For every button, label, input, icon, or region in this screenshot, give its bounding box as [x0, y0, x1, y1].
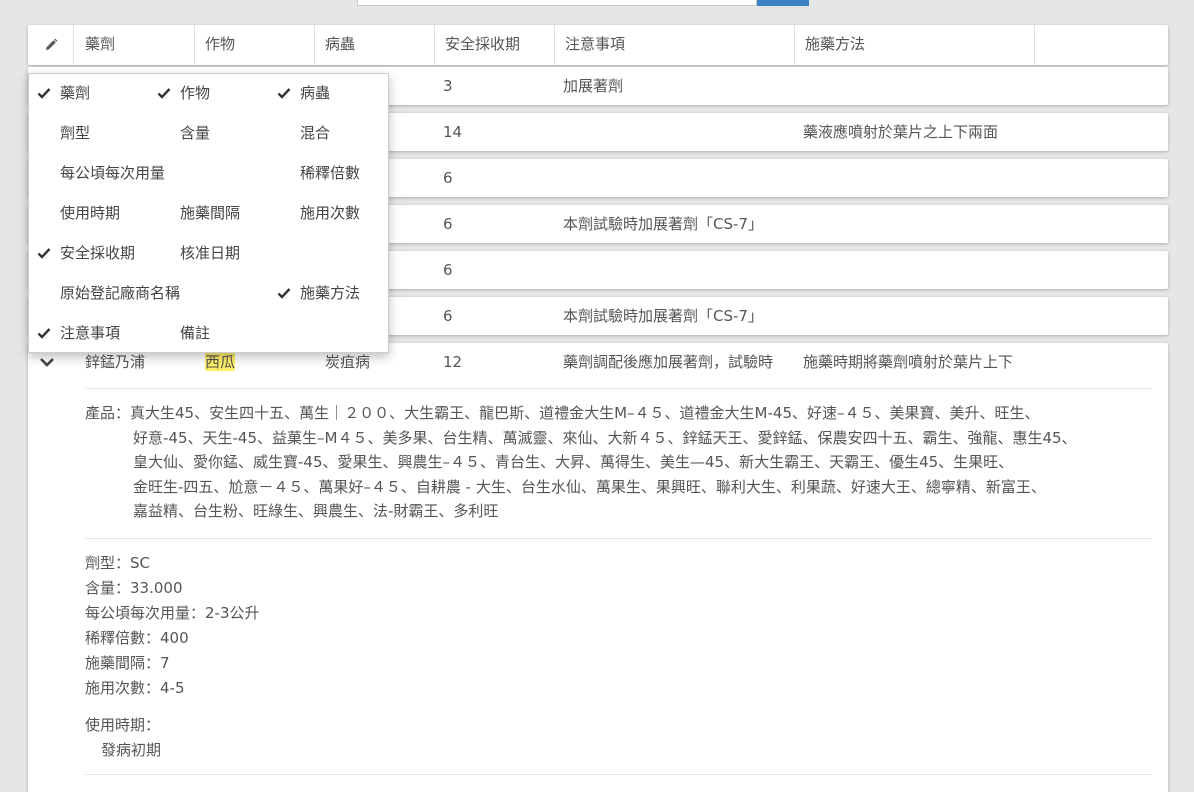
header-safe-harvest[interactable]: 安全採收期 — [435, 25, 555, 65]
menu-item-remarks[interactable]: 備註 — [180, 323, 210, 343]
menu-item-label: 施用次數 — [300, 204, 361, 222]
cell-notes: 加展著劑 — [563, 77, 624, 95]
check-icon — [277, 288, 291, 299]
divider — [85, 774, 1152, 775]
cell-notes: 藥劑調配後應加展著劑，試驗時 — [563, 353, 774, 371]
pencil-icon — [45, 38, 57, 50]
products-line: 真大生45、安生四十五、萬生｜２００、大生霸王、龍巴斯、道禮金大生M–４５、道禮… — [130, 404, 1040, 422]
menu-item-label: 含量 — [180, 124, 211, 142]
check-icon — [157, 88, 171, 99]
expanded-row: 鋅錳乃浦 西瓜 炭疽病 12 藥劑調配後應加展著劑，試驗時 施藥時期將藥劑噴射於… — [28, 343, 1168, 792]
cell-notes: 本劑試驗時加展著劑「CS-7」 — [563, 307, 763, 325]
cell-safe-harvest: 6 — [443, 215, 453, 233]
menu-item-label: 稀釋倍數 — [300, 164, 361, 182]
usage-label: 使用時期： — [85, 716, 161, 734]
cell-safe-harvest: 6 — [443, 261, 453, 279]
products-list: 產品： 真大生45、安生四十五、萬生｜２００、大生霸王、龍巴斯、道禮金大生M–４… — [85, 401, 1155, 524]
detail-formulation: 劑型：SC — [85, 554, 150, 572]
check-icon — [37, 248, 51, 259]
menu-item-label: 備註 — [180, 324, 211, 342]
cell-safe-harvest: 6 — [443, 307, 453, 325]
menu-item-label: 施藥間隔 — [180, 204, 241, 222]
header-pest[interactable]: 病蟲 — [315, 25, 435, 65]
detail-dosage: 每公頃每次用量：2-3公升 — [85, 604, 260, 622]
menu-item-mix[interactable]: 混合 — [300, 123, 330, 143]
header-method[interactable]: 施藥方法 — [795, 25, 1035, 65]
usage-value: 發病初期 — [101, 741, 162, 759]
cell-safe-harvest: 14 — [443, 123, 463, 141]
cell-safe-harvest: 12 — [443, 353, 463, 371]
menu-item-label: 劑型 — [60, 124, 91, 142]
column-settings-button[interactable] — [28, 25, 74, 65]
menu-item-interval[interactable]: 施藥間隔 — [180, 203, 240, 223]
menu-item-label: 藥劑 — [60, 84, 91, 102]
menu-item-label: 使用時期 — [60, 204, 121, 222]
products-line: 皇大仙、愛你錳、威生寶-45、愛果生、興農生–４５、青台生、大昇、萬得生、美生—… — [133, 453, 1014, 471]
menu-item-label: 施藥方法 — [300, 284, 361, 302]
menu-item-usage-period[interactable]: 使用時期 — [60, 203, 120, 223]
products-label: 產品： — [85, 404, 131, 422]
divider — [85, 388, 1152, 389]
menu-item-label: 每公頃每次用量 — [60, 164, 166, 182]
menu-item-label: 核准日期 — [180, 244, 241, 262]
detail-content: 含量：33.000 — [85, 579, 183, 597]
column-menu: 藥劑 作物 病蟲 劑型 含量 混合 每公頃每次用量 稀釋倍數 使用時期 施藥間隔… — [28, 73, 389, 353]
products-line: 好意-45、天生-45、益菓生–M４５、美多果、台生精、萬滅靈、來仙、大新４５、… — [133, 428, 1077, 447]
menu-item-drug[interactable]: 藥劑 — [37, 83, 91, 103]
check-icon — [277, 88, 291, 99]
menu-item-crop[interactable]: 作物 — [157, 83, 211, 103]
menu-item-formulation[interactable]: 劑型 — [60, 123, 90, 143]
table-header: 藥劑 作物 病蟲 安全採收期 注意事項 施藥方法 — [28, 25, 1168, 65]
menu-item-manufacturer[interactable]: 原始登記廠商名稱 — [60, 283, 180, 303]
header-crop[interactable]: 作物 — [195, 25, 315, 65]
menu-item-times[interactable]: 施用次數 — [300, 203, 360, 223]
menu-item-label: 作物 — [180, 84, 211, 102]
menu-item-pest[interactable]: 病蟲 — [277, 83, 331, 103]
detail-dilution: 稀釋倍數：400 — [85, 629, 189, 647]
products-line: 金旺生-四五、尬意－４５、萬果好–４５、自耕農 - 大生、台生水仙、萬果生、果興… — [133, 477, 1046, 496]
menu-item-dilution[interactable]: 稀釋倍數 — [300, 163, 360, 183]
detail-times: 施用次數：4-5 — [85, 679, 185, 697]
menu-item-label: 混合 — [300, 124, 331, 142]
cell-method: 藥液應噴射於葉片之上下兩面 — [803, 123, 999, 141]
menu-item-label: 注意事項 — [60, 324, 121, 342]
menu-item-method[interactable]: 施藥方法 — [277, 283, 361, 303]
menu-item-dosage[interactable]: 每公頃每次用量 — [60, 163, 165, 183]
cell-safe-harvest: 6 — [443, 169, 453, 187]
menu-item-label: 原始登記廠商名稱 — [60, 284, 181, 302]
detail-interval: 施藥間隔：7 — [85, 654, 170, 672]
check-icon — [37, 88, 51, 99]
header-drug[interactable]: 藥劑 — [75, 25, 195, 65]
cell-notes: 本劑試驗時加展著劑「CS-7」 — [563, 215, 763, 233]
cell-safe-harvest: 3 — [443, 77, 453, 95]
search-input[interactable] — [357, 0, 757, 6]
menu-item-label: 病蟲 — [300, 84, 331, 102]
divider — [85, 538, 1152, 539]
chevron-down-icon[interactable] — [38, 353, 56, 371]
products-line: 嘉益精、台生粉、旺綠生、興農生、法-財霸王、多利旺 — [133, 502, 499, 520]
menu-item-safe-harvest[interactable]: 安全採收期 — [37, 243, 136, 263]
header-notes[interactable]: 注意事項 — [555, 25, 795, 65]
check-icon — [37, 328, 51, 339]
search-button[interactable] — [757, 0, 809, 6]
menu-item-content[interactable]: 含量 — [180, 123, 210, 143]
cell-method: 施藥時期將藥劑噴射於葉片上下 — [803, 353, 1014, 371]
crop-highlight: 西瓜 — [205, 353, 236, 371]
menu-item-notes[interactable]: 注意事項 — [37, 323, 121, 343]
menu-item-approval-date[interactable]: 核准日期 — [180, 243, 240, 263]
menu-item-label: 安全採收期 — [60, 244, 136, 262]
